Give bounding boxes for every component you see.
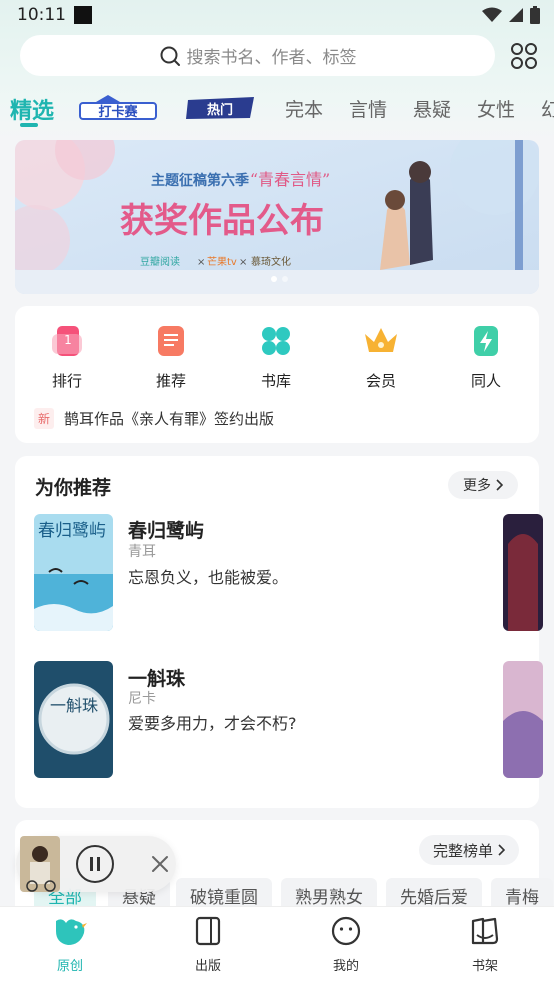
tab-hot-label: 热门 [207,102,233,118]
entry-vip[interactable]: 会员 [341,324,421,391]
tab-featured[interactable]: 精选 [10,93,54,125]
more-label: 更多 [463,478,491,494]
entry-fanfic-label: 同人 [470,372,501,390]
category-grid-icon[interactable] [510,42,538,70]
tab-hot-logo[interactable]: 热门 [184,94,258,122]
channel-tabs: 精选 打卡赛 热门 完本 言情 悬疑 女性 幻 [0,86,554,130]
nav-original[interactable]: 原创 [30,915,110,974]
status-time: 10:11 [17,5,66,25]
entry-recommend-label: 推荐 [155,372,186,390]
news-line[interactable]: 新 鹊耳作品《亲人有罪》签约出版 [34,408,274,429]
svg-text:×: × [239,257,247,268]
mini-audio-player [16,836,176,892]
cover-title: 春归鹭屿 [38,521,106,541]
entry-fanfic[interactable]: 同人 [446,324,526,391]
promo-banner[interactable]: 主题征稿第六季 “青春言情” 获奖作品公布 豆瓣阅读 × 芒果tv × 慕琦文化 [15,140,539,294]
bird-icon [56,919,87,945]
signal-icon [509,8,523,22]
battery-icon [530,6,540,24]
news-text: 鹊耳作品《亲人有罪》签约出版 [64,410,275,428]
full-ranking-button[interactable]: 完整榜单 [419,835,519,865]
book-title[interactable]: 春归鹭屿 [128,516,204,543]
book-cover-partial[interactable] [503,661,543,778]
status-bar: 10:11 [0,0,554,30]
nav-publish-label: 出版 [194,959,221,974]
banner-partner-muqi: 慕琦文化 [251,255,291,268]
pause-icon [90,857,100,871]
book-author: 青耳 [128,544,156,560]
book-cover[interactable]: 春归鹭屿 [34,514,113,631]
chevron-right-icon [498,844,505,856]
entry-library[interactable]: 书库 [236,324,316,391]
nav-publish[interactable]: 出版 [168,915,248,974]
nav-bookshelf[interactable]: 书架 [445,915,525,974]
crown-icon [365,328,397,352]
new-badge: 新 [34,408,55,429]
tab-mystery[interactable]: 悬疑 [413,95,451,122]
search-placeholder: 搜索书名、作者、标签 [186,48,357,68]
nav-bookshelf-label: 书架 [471,959,498,974]
tab-checkin-label: 打卡赛 [98,104,138,120]
recommend-title: 为你推荐 [35,477,112,499]
banner-dot [282,276,288,282]
pause-button[interactable] [76,845,114,883]
player-cover[interactable] [20,836,60,892]
ranking-icon: 1 [52,326,82,356]
active-tab-indicator [20,123,38,127]
banner-title: 获奖作品公布 [120,201,324,241]
more-button[interactable]: 更多 [448,471,518,499]
wifi-icon [482,7,502,22]
nav-mine[interactable]: 我的 [306,915,386,974]
book-description: 爱要多用力，才会不朽? [128,714,297,733]
banner-dot-active [271,276,277,282]
banner-partner-mango: 芒果tv [207,255,237,268]
system-icons [482,6,540,24]
close-icon[interactable] [148,852,172,876]
banner-theme: “青春言情” [250,170,330,189]
profile-icon [331,916,361,946]
nav-original-label: 原创 [56,959,83,974]
book-cover-partial[interactable] [503,514,543,631]
book-author: 尼卡 [128,691,156,707]
banner-subtitle: 主题征稿第六季 [151,172,249,189]
lightning-icon [474,326,498,356]
recommend-icon [158,326,184,356]
entry-ranking[interactable]: 1 排行 [27,324,107,391]
entry-vip-label: 会员 [365,372,396,390]
book-description: 忘恩负义，也能被爱。 [128,568,289,587]
svg-text:1: 1 [64,333,72,347]
search-bar[interactable]: 搜索书名、作者、标签 [20,35,495,76]
tab-fantasy[interactable]: 幻 [541,95,554,122]
svg-text:×: × [197,257,205,268]
entry-library-label: 书库 [260,372,291,390]
cover-title: 一斛珠 [50,696,98,715]
tab-checkin-logo[interactable]: 打卡赛 [78,94,158,122]
nav-mine-label: 我的 [332,959,359,974]
notification-icon [74,6,92,24]
search-icon [160,46,180,66]
book-title[interactable]: 一斛珠 [128,664,185,691]
library-icon [262,327,290,355]
full-ranking-label: 完整榜单 [432,841,493,860]
book-cover[interactable]: 一斛珠 [34,661,113,778]
tab-female[interactable]: 女性 [477,95,515,122]
tab-romance[interactable]: 言情 [349,95,387,122]
entry-ranking-label: 排行 [51,372,82,390]
entry-recommend[interactable]: 推荐 [131,324,211,391]
bottom-navigation: 原创 出版 我的 书架 [0,906,554,984]
tab-completed[interactable]: 完本 [285,95,323,122]
bookshelf-icon [471,917,499,945]
banner-partner-douban: 豆瓣阅读 [140,255,180,268]
chevron-right-icon [496,479,503,491]
book-icon [195,916,221,946]
